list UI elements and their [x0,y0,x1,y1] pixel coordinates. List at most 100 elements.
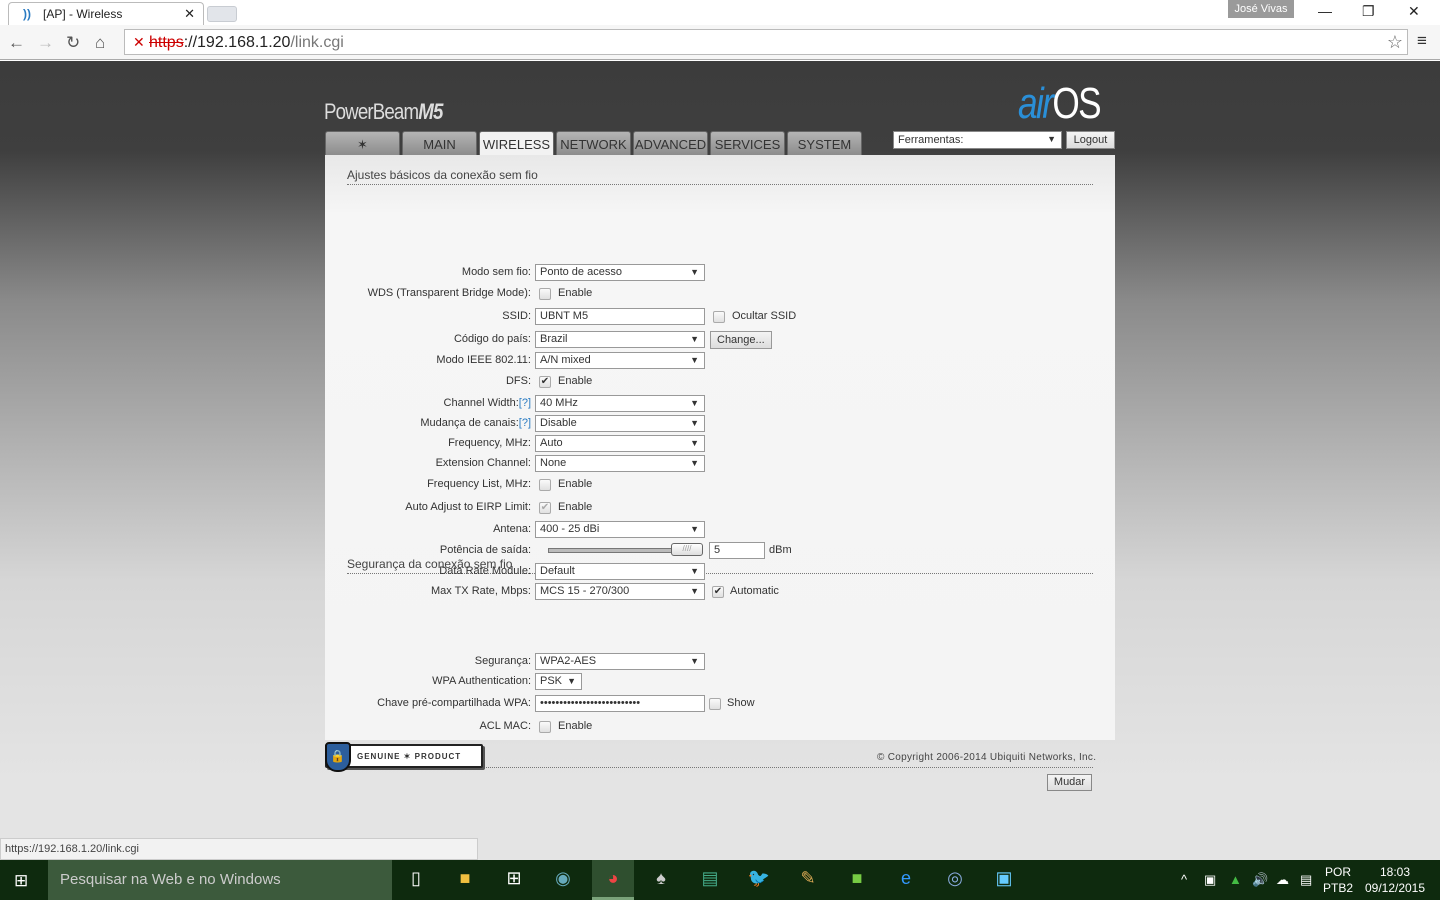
minimize-icon[interactable]: — [1318,3,1332,19]
internet-explorer-icon[interactable]: e [893,868,919,892]
checkbox-label: Automatic [730,585,779,597]
notifications-icon[interactable]: ▤ [1300,872,1312,888]
thunderbird-icon[interactable]: ◉ [550,868,576,892]
ssid-input[interactable]: UBNT M5 [535,308,705,325]
reload-icon[interactable]: ↻ [66,33,80,53]
wds-transparent-bridge-mode-checkbox[interactable] [539,288,551,300]
taskbar: ⊞ Pesquisar na Web e no Windows ▯ ■ ⊞ ◉ … [0,860,1440,900]
windows-start-icon[interactable]: ⊞ [14,871,28,891]
new-tab-button[interactable] [207,6,237,22]
browser-tab[interactable]: )) [AP] - Wireless ✕ [8,2,204,26]
app-icon[interactable]: ▤ [697,868,723,892]
change-country-button[interactable]: Change... [710,331,772,349]
logout-button[interactable]: Logout [1066,131,1115,149]
tab-services[interactable]: SERVICES [710,131,785,155]
help-link[interactable]: [?] [519,417,531,429]
taskbar-search[interactable]: Pesquisar na Web e no Windows [48,860,392,900]
select-value: 400 - 25 dBi [540,523,600,535]
google-drive-icon[interactable]: ▲ [1229,872,1242,887]
form-row-wds-transparent-bridge-mode: WDS (Transparent Bridge Mode): Enable [325,285,1115,303]
app-icon[interactable]: ♠ [648,868,674,892]
volume-icon[interactable]: 🔊 [1252,872,1268,888]
field-label: Potência de saída: [440,544,531,556]
frequency-list-mhz-checkbox[interactable] [539,479,551,491]
url-path: /link.cgi [290,34,344,51]
help-link[interactable]: [?] [519,397,531,409]
tab-system[interactable]: SYSTEM [787,131,862,155]
restore-icon[interactable]: ❐ [1362,3,1375,20]
field-label: Data Rate Module: [439,565,531,577]
bookmark-star-icon[interactable]: ☆ [1387,32,1403,53]
wpa-authentication-select[interactable]: PSK ▼ [535,673,582,690]
submit-button[interactable]: Mudar [1047,774,1092,791]
close-tab-icon[interactable]: ✕ [184,6,195,22]
modo-sem-fio-select[interactable]: Ponto de acesso ▼ [535,264,705,281]
paint-icon[interactable]: ✎ [795,868,821,892]
dfs-checkbox[interactable]: ✔ [539,376,551,388]
menu-icon[interactable]: ≡ [1417,31,1427,51]
label-text: Frequency, MHz: [448,437,531,449]
app-icon[interactable]: ▣ [991,868,1017,892]
clock[interactable]: 18:03 09/12/2015 [1362,864,1428,896]
channel-width-select[interactable]: 40 MHz ▼ [535,395,705,412]
frequency-mhz-select[interactable]: Auto ▼ [535,435,705,452]
field-label: WPA Authentication: [432,675,531,687]
back-icon[interactable]: ← [8,33,25,53]
data-rate-module-select[interactable]: Default ▼ [535,563,705,580]
profile-button[interactable]: José Vivas [1228,0,1294,18]
tools-select[interactable]: Ferramentas: ▼ [893,131,1062,149]
field-label: WDS (Transparent Bridge Mode): [368,287,531,299]
store-icon[interactable]: ⊞ [501,868,527,892]
app-icon[interactable]: ◎ [942,868,968,892]
slider-handle[interactable]: //// [671,543,703,556]
select-value: A/N mixed [540,354,591,366]
address-bar[interactable]: ✕ https://192.168.1.20/link.cgi ☆ [124,29,1408,55]
tab-main[interactable]: MAIN [402,131,477,155]
form-row-seguranca: Segurança: WPA2-AES ▼ [325,653,1115,671]
automatic-checkbox[interactable]: ✔ [712,586,724,598]
select-value: None [540,457,567,469]
file-explorer-icon[interactable]: ■ [452,868,478,892]
label-text: DFS: [505,375,531,387]
tab-network[interactable]: NETWORK [556,131,631,155]
forward-icon[interactable]: → [37,33,54,53]
max-tx-rate-mbps-select[interactable]: MCS 15 - 270/300 ▼ [535,583,705,600]
chevron-down-icon: ▼ [690,458,699,468]
antena-select[interactable]: 400 - 25 dBi ▼ [535,521,705,538]
unit-label: dBm [769,544,792,556]
extension-channel-select[interactable]: None ▼ [535,455,705,472]
acl-mac-checkbox[interactable] [539,721,551,733]
label-text: Segurança: [474,655,531,667]
evernote-icon[interactable]: ■ [844,868,870,892]
sync-icon[interactable]: ☁ [1276,872,1289,888]
label-text: SSID: [502,310,531,322]
show-checkbox[interactable] [709,698,721,710]
language-indicator[interactable]: POR PTB2 [1322,864,1354,896]
label-text: Auto Adjust to EIRP Limit: [405,501,531,513]
close-window-icon[interactable]: ✕ [1408,3,1420,20]
network-warning-icon[interactable]: ▣ [1204,872,1216,888]
seguranca-select[interactable]: WPA2-AES ▼ [535,653,705,670]
tab-ubiquiti-logo[interactable]: ✶ [325,131,400,155]
tab-advanced[interactable]: ADVANCED [633,131,708,155]
show-hidden-icons[interactable]: ^ [1181,872,1187,887]
twitter-icon[interactable]: 🐦 [746,868,772,892]
modo-ieee-802-11-select[interactable]: A/N mixed ▼ [535,352,705,369]
field-label: Código do país: [454,333,531,345]
auto-adjust-to-eirp-limit-checkbox[interactable]: ✔ [539,502,551,514]
form-row-wpa-authentication: WPA Authentication: PSK ▼ [325,673,1115,691]
codigo-do-pais-select[interactable]: Brazil ▼ [535,331,705,348]
mudanca-de-canais-select[interactable]: Disable ▼ [535,415,705,432]
tab-wireless[interactable]: WIRELESS [479,131,554,156]
ocultar-ssid-checkbox[interactable] [713,311,725,323]
label-text: Potência de saída: [439,544,531,556]
field-label: Segurança: [475,655,531,667]
field-label: Extension Channel: [436,457,531,469]
chave-pre-compartilhada-wpa-input[interactable]: •••••••••••••••••••••••••• [535,695,705,712]
task-view-icon[interactable]: ▯ [403,868,429,892]
output-power-input[interactable]: 5 [709,542,765,559]
form-row-frequency-mhz: Frequency, MHz: Auto ▼ [325,435,1115,453]
home-icon[interactable]: ⌂ [95,33,105,53]
form-row-channel-width: Channel Width:[?] 40 MHz ▼ [325,395,1115,413]
chrome-icon[interactable]: ◕ [592,860,634,900]
